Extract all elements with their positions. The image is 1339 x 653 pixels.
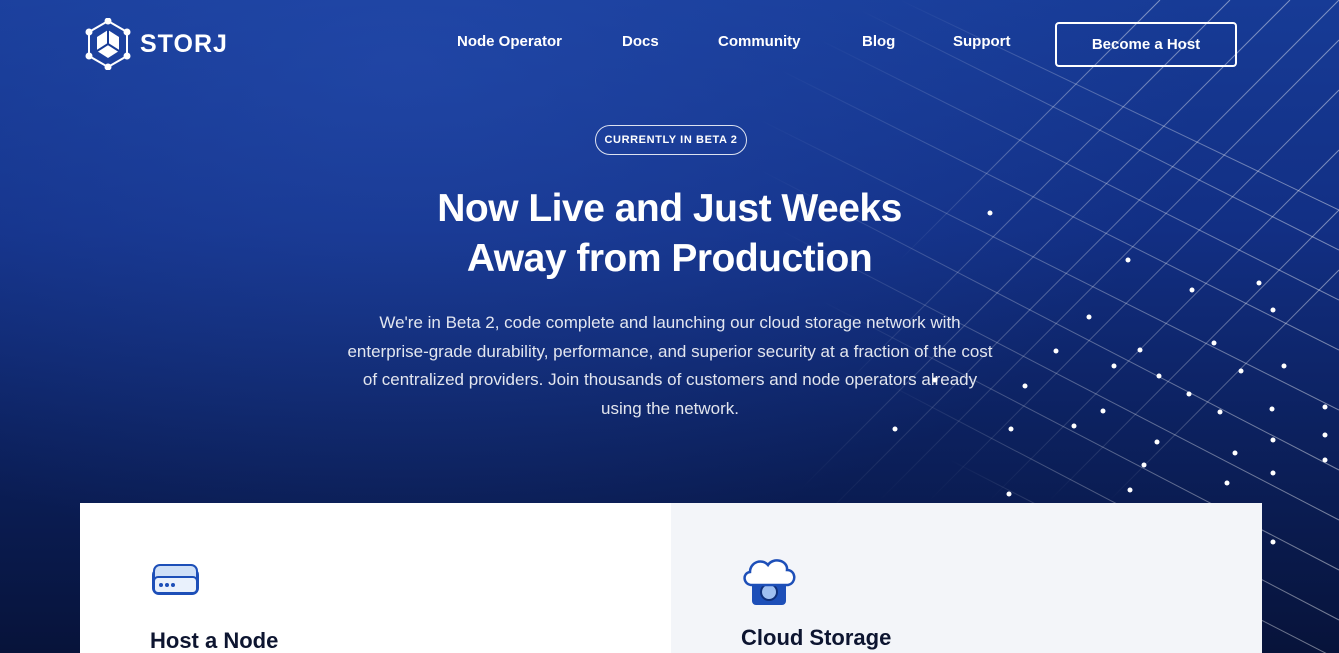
become-a-host-button[interactable]: Become a Host [1055, 22, 1237, 67]
hero-section: STORJ Node Operator Docs Community Blog … [0, 0, 1339, 653]
hero-headline-line2: Away from Production [466, 237, 873, 280]
feature-cards: Host a Node Cloud Storage [80, 503, 1262, 653]
hero-description: We're in Beta 2, code complete and launc… [320, 309, 1020, 423]
card-host-a-node[interactable]: Host a Node [80, 503, 671, 653]
cloud-storage-icon [743, 559, 796, 605]
card-cloud-storage[interactable]: Cloud Storage [671, 503, 1262, 653]
hero-headline: Now Live and Just Weeks Away from Produc… [0, 184, 1339, 284]
nav-link-community[interactable]: Community [718, 33, 801, 50]
card-title-cloud-storage: Cloud Storage [741, 625, 892, 650]
nav-link-blog[interactable]: Blog [862, 33, 895, 50]
hero-description-line: using the network. [601, 398, 739, 418]
hero-description-line: enterprise-grade durability, performance… [347, 341, 993, 361]
hero-headline-line1: Now Live and Just Weeks [437, 187, 902, 230]
server-drive-icon [152, 564, 199, 595]
hero-description-line: We're in Beta 2, code complete and launc… [379, 313, 961, 332]
beta-badge: CURRENTLY IN BETA 2 [595, 125, 747, 155]
card-title-host-a-node: Host a Node [150, 628, 279, 653]
nav-link-support[interactable]: Support [953, 33, 1011, 50]
nav-link-node-operator[interactable]: Node Operator [457, 33, 562, 50]
nav-link-docs[interactable]: Docs [622, 33, 659, 50]
hero-description-line: of centralized providers. Join thousands… [362, 370, 978, 389]
